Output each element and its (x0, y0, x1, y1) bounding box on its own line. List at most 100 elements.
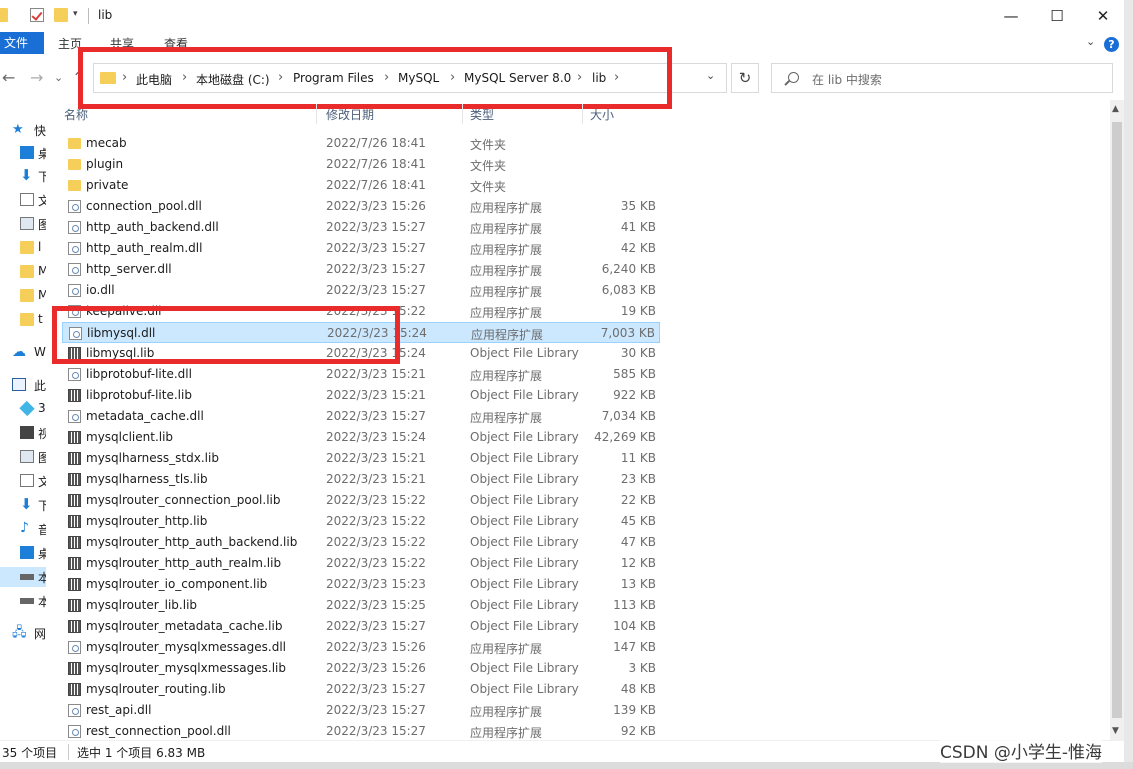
nav-folder-t[interactable]: t (0, 310, 46, 330)
file-date: 2022/3/23 15:26 (326, 661, 426, 675)
folder-icon (20, 289, 34, 302)
nav-documents[interactable]: 文 (0, 190, 46, 210)
close-button[interactable]: ✕ (1080, 0, 1126, 32)
file-row[interactable]: mysqlharness_tls.lib 2022/3/23 15:21 Objec… (62, 469, 660, 490)
dll-file-icon (68, 725, 81, 738)
file-row[interactable]: mysqlrouter_mysqlxmessages.dll 2022/3/23 … (62, 637, 660, 658)
nav-desktop[interactable]: 桌 (0, 143, 46, 163)
file-row[interactable]: io.dll 2022/3/23 15:27 应用程序扩展 6,083 KB (62, 280, 660, 301)
column-header-name[interactable]: 名称 (64, 106, 88, 123)
search-box[interactable]: 在 lib 中搜索 (771, 63, 1113, 93)
column-divider[interactable] (316, 104, 317, 124)
nav-desktop-pc[interactable]: 桌 (0, 543, 46, 563)
column-divider[interactable] (462, 104, 463, 124)
file-row[interactable]: mysqlrouter_lib.lib 2022/3/23 15:25 Object… (62, 595, 660, 616)
lib-file-icon (68, 473, 81, 486)
nav-local-disk-d[interactable]: 本 (0, 591, 46, 611)
file-row[interactable]: rest_api.dll 2022/3/23 15:27 应用程序扩展 139 KB (62, 700, 660, 721)
file-row[interactable]: http_auth_realm.dll 2022/3/23 15:27 应用程序扩展… (62, 238, 660, 259)
file-type: Object File Library (470, 472, 579, 486)
file-row[interactable]: rest_connection_pool.dll 2022/3/23 15:27 应… (62, 721, 660, 740)
file-row[interactable]: plugin 2022/7/26 18:41 文件夹 (62, 154, 660, 175)
file-row[interactable]: connection_pool.dll 2022/3/23 15:26 应用程序扩展… (62, 196, 660, 217)
customize-toolbar-chevron-icon[interactable]: ▾ (73, 9, 78, 19)
nav-documents-pc[interactable]: 文 (0, 471, 46, 491)
lib-file-icon (68, 515, 81, 528)
file-type: Object File Library (470, 388, 579, 402)
nav-local-disk-c[interactable]: 本 (0, 567, 46, 587)
file-row[interactable]: mysqlrouter_routing.lib 2022/3/23 15:27 Ob… (62, 679, 660, 700)
3d-objects-icon (19, 400, 35, 417)
file-row[interactable]: mysqlrouter_http_auth_realm.lib 2022/3/23… (62, 553, 660, 574)
file-type: Object File Library (470, 514, 579, 528)
nav-pictures-pc[interactable]: 图 (0, 447, 46, 467)
expand-ribbon-chevron-icon[interactable]: ⌄ (1086, 35, 1095, 48)
nav-onedrive[interactable]: ☁ W (0, 343, 46, 363)
dll-file-icon (68, 368, 81, 381)
file-row[interactable]: mysqlrouter_http.lib 2022/3/23 15:22 Objec… (62, 511, 660, 532)
file-row[interactable]: mysqlclient.lib 2022/3/23 15:24 Object Fil… (62, 427, 660, 448)
file-row[interactable]: http_auth_backend.dll 2022/3/23 15:27 应用程序… (62, 217, 660, 238)
file-name: mysqlharness_stdx.lib (86, 451, 219, 465)
folder-icon (20, 241, 34, 254)
selection-info: 选中 1 个项目 6.83 MB (77, 746, 206, 760)
window-title: lib (98, 8, 113, 22)
forward-button[interactable]: → (30, 68, 43, 87)
scroll-up-arrow-icon[interactable]: ▲ (1112, 104, 1119, 114)
nav-folder-m2[interactable]: M (0, 286, 46, 306)
file-row[interactable]: http_server.dll 2022/3/23 15:27 应用程序扩展 6,24… (62, 259, 660, 280)
file-list: 名称 修改日期 类型 大小 mecab 2022/7/26 18:41 文件夹 plu… (46, 100, 1110, 740)
file-name: mysqlrouter_metadata_cache.lib (86, 619, 283, 633)
new-folder-icon[interactable] (54, 8, 68, 22)
file-type: Object File Library (470, 346, 579, 360)
file-size: 35 KB (620, 199, 656, 213)
address-history-chevron-icon[interactable]: ⌄ (706, 69, 715, 82)
file-row[interactable]: libprotobuf-lite.dll 2022/3/23 15:21 应用程序扩… (62, 364, 660, 385)
file-row[interactable]: mysqlrouter_connection_pool.lib 2022/3/23… (62, 490, 660, 511)
nav-3d-objects[interactable]: 3 (0, 399, 46, 419)
back-button[interactable]: ← (2, 68, 15, 87)
nav-folder-m1[interactable]: M (0, 262, 46, 282)
file-type: 应用程序扩展 (470, 642, 543, 656)
file-row[interactable]: mecab 2022/7/26 18:41 文件夹 (62, 133, 660, 154)
file-date: 2022/3/23 15:22 (326, 535, 426, 549)
dll-file-icon (68, 284, 81, 297)
scrollbar-thumb[interactable] (1112, 122, 1122, 718)
file-name: mysqlrouter_routing.lib (86, 682, 226, 696)
file-row[interactable]: metadata_cache.dll 2022/3/23 15:27 应用程序扩展 7… (62, 406, 660, 427)
maximize-button[interactable]: ☐ (1034, 0, 1080, 32)
nav-videos[interactable]: 视 (0, 423, 46, 443)
refresh-button[interactable]: ↻ (731, 63, 759, 93)
file-row[interactable]: private 2022/7/26 18:41 文件夹 (62, 175, 660, 196)
column-header-type[interactable]: 类型 (470, 106, 494, 123)
nav-folder-l[interactable]: l (0, 238, 46, 258)
column-divider[interactable] (582, 104, 583, 124)
file-row[interactable]: mysqlrouter_mysqlxmessages.lib 2022/3/23 … (62, 658, 660, 679)
nav-network[interactable]: 🖧 网 (0, 623, 46, 643)
column-header-date[interactable]: 修改日期 (326, 106, 374, 123)
file-row[interactable]: libprotobuf-lite.lib 2022/3/23 15:21 Objec… (62, 385, 660, 406)
recent-locations-chevron-icon[interactable]: ⌄ (54, 71, 63, 84)
scroll-down-arrow-icon[interactable]: ▼ (1112, 726, 1119, 736)
file-type: Object File Library (470, 493, 579, 507)
nav-label: 3 (38, 401, 46, 415)
file-row[interactable]: mysqlrouter_io_component.lib 2022/3/23 15… (62, 574, 660, 595)
minimize-button[interactable]: — (988, 0, 1034, 32)
tab-file[interactable]: 文件 (0, 32, 44, 54)
help-icon[interactable]: ? (1104, 37, 1119, 52)
nav-downloads[interactable]: ⬇ 下 (0, 166, 46, 186)
nav-downloads-pc[interactable]: ⬇ 下 (0, 495, 46, 515)
file-row[interactable]: mysqlrouter_http_auth_backend.lib 2022/3/… (62, 532, 660, 553)
nav-pictures[interactable]: 图 (0, 214, 46, 234)
nav-quick-access[interactable]: ★ 快 (0, 120, 46, 140)
nav-this-pc[interactable]: 此 (0, 375, 46, 395)
properties-icon[interactable] (30, 8, 44, 22)
nav-music[interactable]: ♪ 音 (0, 519, 46, 539)
file-type: Object File Library (470, 619, 579, 633)
vertical-scrollbar[interactable]: ▲ ▼ (1110, 100, 1124, 740)
file-row[interactable]: mysqlrouter_metadata_cache.lib 2022/3/23 … (62, 616, 660, 637)
file-row[interactable]: mysqlharness_stdx.lib 2022/3/23 15:21 Obje… (62, 448, 660, 469)
column-header-size[interactable]: 大小 (590, 106, 614, 123)
file-type: Object File Library (470, 577, 579, 591)
file-type: 文件夹 (470, 159, 507, 173)
